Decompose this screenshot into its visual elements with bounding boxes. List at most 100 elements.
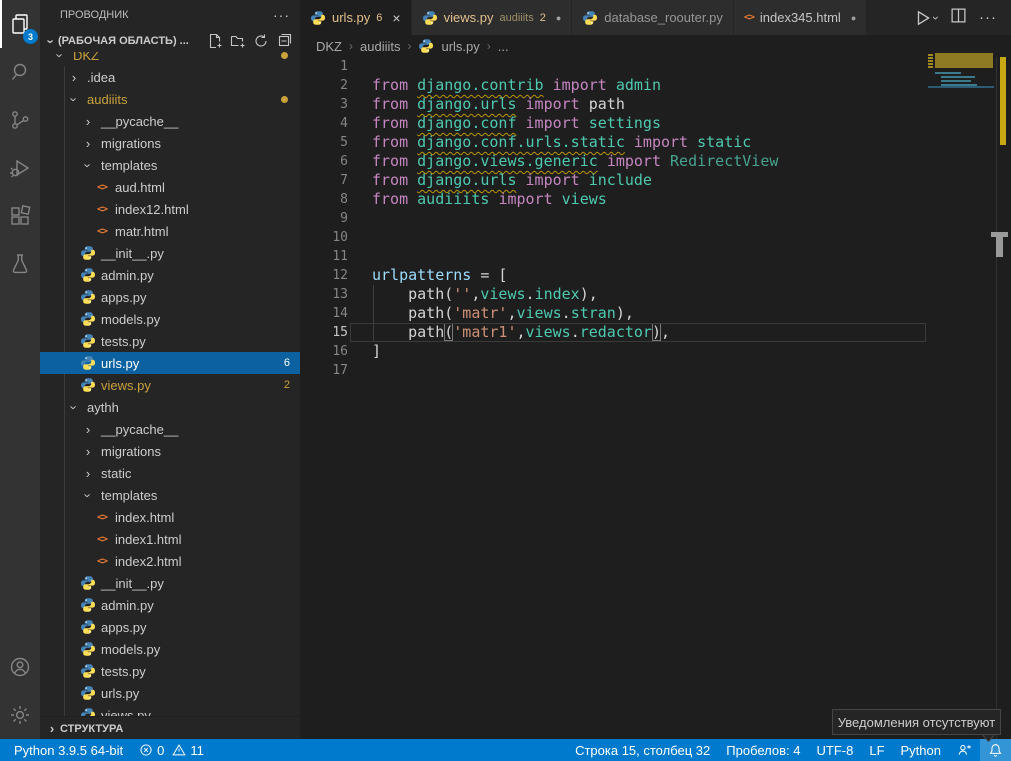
extensions-icon[interactable] bbox=[0, 192, 40, 240]
tab-database-roouter-py[interactable]: database_roouter.py bbox=[572, 0, 734, 35]
dirty-dot-icon[interactable]: ● bbox=[851, 13, 856, 23]
code-line-6[interactable]: 6 from django.views.generic import Redire… bbox=[300, 152, 1011, 171]
tree-item-label: audiiits bbox=[87, 92, 127, 107]
breadcrumb-item-symbol[interactable]: ... bbox=[498, 39, 509, 54]
testing-icon[interactable] bbox=[0, 240, 40, 288]
encoding-status[interactable]: UTF-8 bbox=[809, 739, 862, 761]
code-line-16[interactable]: 16] bbox=[300, 342, 1011, 361]
refresh-icon[interactable] bbox=[251, 31, 271, 51]
line-number: 6 bbox=[300, 152, 348, 171]
tree-item-label: __init__.py bbox=[101, 246, 164, 261]
code-line-13[interactable]: 13 path('',views.index), bbox=[300, 285, 1011, 304]
problems-count-badge: 6 bbox=[284, 357, 290, 369]
source-control-icon[interactable] bbox=[0, 96, 40, 144]
tree-item-views-py[interactable]: views.py2 bbox=[40, 374, 300, 396]
code-line-17[interactable]: 17 bbox=[300, 361, 1011, 380]
activity-bar: 3 bbox=[0, 0, 40, 739]
language-mode-status[interactable]: Python bbox=[893, 739, 949, 761]
views-more-actions-icon[interactable]: ··· bbox=[273, 7, 290, 23]
code-line-8[interactable]: 8from audiiits import views bbox=[300, 190, 1011, 209]
line-content: from django.views.generic import Redirec… bbox=[372, 152, 778, 171]
notifications-bell-icon[interactable] bbox=[980, 739, 1011, 761]
python-interpreter-status[interactable]: Python 3.9.5 64-bit bbox=[6, 739, 131, 761]
code-line-4[interactable]: 4from django.conf import settings bbox=[300, 114, 1011, 133]
tree-item-tests-py[interactable]: tests.py bbox=[40, 330, 300, 352]
editor-more-actions-icon[interactable]: ··· bbox=[979, 9, 997, 26]
split-editor-icon[interactable] bbox=[950, 7, 967, 29]
run-dropdown-chevron-icon[interactable]: › bbox=[929, 16, 943, 20]
tree-item--idea[interactable]: ›.idea bbox=[40, 66, 300, 88]
tree-item-apps-py[interactable]: apps.py bbox=[40, 286, 300, 308]
tree-item-matr-html[interactable]: <>matr.html bbox=[40, 220, 300, 242]
tree-item--init-py[interactable]: __init__.py bbox=[40, 572, 300, 594]
run-python-file-button[interactable]: › bbox=[914, 9, 938, 27]
explorer-icon[interactable]: 3 bbox=[0, 0, 40, 48]
html-icon: <> bbox=[94, 223, 110, 239]
tree-item-templates[interactable]: ›templates bbox=[40, 484, 300, 506]
tree-item-index12-html[interactable]: <>index12.html bbox=[40, 198, 300, 220]
tree-item-index1-html[interactable]: <>index1.html bbox=[40, 528, 300, 550]
code-line-2[interactable]: 2from django.contrib import admin bbox=[300, 76, 1011, 95]
tree-item--init-py[interactable]: __init__.py bbox=[40, 242, 300, 264]
tree-item-migrations[interactable]: ›migrations bbox=[40, 440, 300, 462]
settings-gear-icon[interactable] bbox=[0, 691, 40, 739]
run-debug-icon[interactable] bbox=[0, 144, 40, 192]
line-content: from django.urls import path bbox=[372, 95, 625, 114]
code-line-3[interactable]: 3from django.urls import path bbox=[300, 95, 1011, 114]
code-line-1[interactable]: 1 bbox=[300, 57, 1011, 76]
close-icon[interactable]: × bbox=[392, 10, 400, 26]
tree-item-apps-py[interactable]: apps.py bbox=[40, 616, 300, 638]
tree-item-admin-py[interactable]: admin.py bbox=[40, 264, 300, 286]
problems-status[interactable]: 0 11 bbox=[131, 739, 212, 761]
indentation-status[interactable]: Пробелов: 4 bbox=[718, 739, 808, 761]
tree-item-tests-py[interactable]: tests.py bbox=[40, 660, 300, 682]
outline-section-header[interactable]: › СТРУКТУРА bbox=[40, 716, 300, 739]
breadcrumb-item-project[interactable]: DKZ bbox=[316, 39, 342, 54]
outline-section-label: СТРУКТУРА bbox=[60, 723, 123, 735]
code-editor[interactable]: 12from django.contrib import admin3from … bbox=[300, 57, 1011, 739]
code-line-9[interactable]: 9 bbox=[300, 209, 1011, 228]
code-line-15[interactable]: 15 path('matr1',views.redactor), bbox=[300, 323, 1011, 342]
tree-item-models-py[interactable]: models.py bbox=[40, 308, 300, 330]
tree-item-index-html[interactable]: <>index.html bbox=[40, 506, 300, 528]
feedback-icon[interactable] bbox=[949, 739, 980, 761]
code-line-12[interactable]: 12urlpatterns = [ bbox=[300, 266, 1011, 285]
new-folder-icon[interactable] bbox=[228, 31, 248, 51]
tree-item-index2-html[interactable]: <>index2.html bbox=[40, 550, 300, 572]
tree-item--pycache-[interactable]: ›__pycache__ bbox=[40, 110, 300, 132]
account-icon[interactable] bbox=[0, 643, 40, 691]
eol-status[interactable]: LF bbox=[861, 739, 892, 761]
chevron-right-icon: › bbox=[80, 466, 96, 481]
tab-index345-html[interactable]: <>index345.html● bbox=[734, 0, 867, 35]
dirty-dot-icon[interactable]: ● bbox=[556, 13, 561, 23]
code-line-14[interactable]: 14 path('matr',views.stran), bbox=[300, 304, 1011, 323]
line-number: 8 bbox=[300, 190, 348, 209]
code-line-10[interactable]: 10 bbox=[300, 228, 1011, 247]
tree-item-templates[interactable]: ›templates bbox=[40, 154, 300, 176]
code-line-5[interactable]: 5from django.conf.urls.static import sta… bbox=[300, 133, 1011, 152]
workspace-section-header[interactable]: › (РАБОЧАЯ ОБЛАСТЬ) ... bbox=[40, 30, 300, 52]
tree-item-admin-py[interactable]: admin.py bbox=[40, 594, 300, 616]
tab-urls-py[interactable]: urls.py6× bbox=[300, 0, 412, 35]
tree-item-aud-html[interactable]: <>aud.html bbox=[40, 176, 300, 198]
collapse-folders-icon[interactable] bbox=[274, 31, 294, 51]
tree-item-urls-py[interactable]: urls.py bbox=[40, 682, 300, 704]
tree-item--pycache-[interactable]: ›__pycache__ bbox=[40, 418, 300, 440]
tree-item-models-py[interactable]: models.py bbox=[40, 638, 300, 660]
tree-item-audiiits[interactable]: ›audiiits bbox=[40, 88, 300, 110]
code-line-11[interactable]: 11 bbox=[300, 247, 1011, 266]
breadcrumb-item-folder[interactable]: audiiits bbox=[360, 39, 400, 54]
tree-item-static[interactable]: ›static bbox=[40, 462, 300, 484]
minimap[interactable] bbox=[928, 53, 996, 173]
editor-group: urls.py6×views.pyaudiiits2●database_roou… bbox=[300, 0, 1011, 739]
tree-item-migrations[interactable]: ›migrations bbox=[40, 132, 300, 154]
search-icon[interactable] bbox=[0, 48, 40, 96]
code-line-7[interactable]: 7from django.urls import include bbox=[300, 171, 1011, 190]
tree-item-aythh[interactable]: ›aythh bbox=[40, 396, 300, 418]
tree-item-urls-py[interactable]: urls.py6 bbox=[40, 352, 300, 374]
python-icon bbox=[80, 289, 96, 305]
new-file-icon[interactable] bbox=[205, 31, 225, 51]
cursor-position-status[interactable]: Строка 15, столбец 32 bbox=[567, 739, 718, 761]
breadcrumb-item-file[interactable]: urls.py bbox=[441, 39, 479, 54]
tab-views-py[interactable]: views.pyaudiiits2● bbox=[412, 0, 573, 35]
